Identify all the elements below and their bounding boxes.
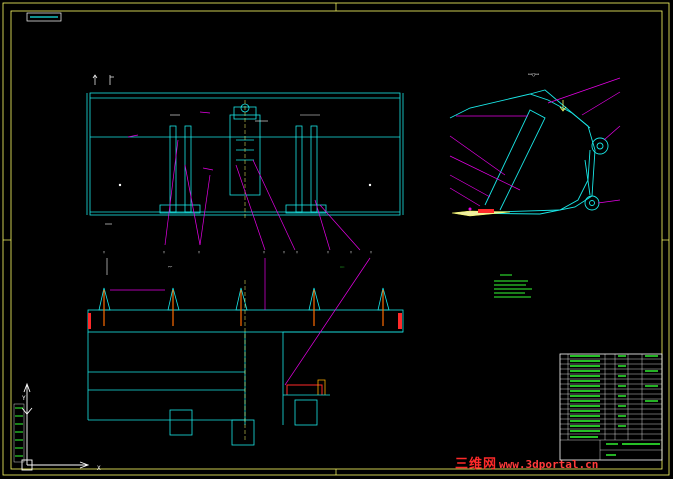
- title-block: [559, 353, 663, 461]
- svg-text:⌐⌐: ⌐⌐: [168, 265, 172, 269]
- svg-text:○: ○: [296, 250, 298, 254]
- watermark-url: www.3dportal.cn: [499, 458, 599, 471]
- ucs-axis-icon: Y X: [21, 382, 101, 472]
- bucket-teeth: [98, 287, 390, 311]
- bucket-side-view: [449, 89, 609, 215]
- revision-block: [13, 403, 25, 463]
- watermark: 三维网 www.3dportal.cn: [455, 455, 655, 473]
- svg-text:○: ○: [370, 250, 372, 254]
- leader-lines-side: [449, 77, 621, 207]
- leader-lines-front: [127, 111, 361, 251]
- leader-lines-plan: [110, 257, 371, 386]
- svg-text:○: ○: [103, 250, 105, 254]
- svg-text:▭▭: ▭▭: [340, 265, 345, 269]
- part-number-row-front: ○ ○ ○ ○ ○ ○ ○ ○ ○: [103, 250, 372, 254]
- sheet-inner-border: [10, 10, 663, 470]
- cad-drawing-canvas[interactable]: ○ ○ ○ ○ ○ ○ ○ ○ ○ ▭▭ ⌐⌐ ꟷ○ꟷ Y X 三维网 www.…: [0, 0, 673, 479]
- svg-text:X: X: [97, 465, 101, 472]
- watermark-cn: 三维网: [455, 457, 498, 472]
- sheet-outer-border: [2, 2, 670, 476]
- bucket-plan-view: [87, 309, 404, 446]
- svg-text:ꟷ○ꟷ: ꟷ○ꟷ: [528, 72, 539, 78]
- svg-text:○: ○: [327, 250, 329, 254]
- section-arrows-front: [92, 74, 114, 85]
- technical-notes: [494, 274, 532, 298]
- svg-text:○: ○: [283, 250, 285, 254]
- drawing-svg: ○ ○ ○ ○ ○ ○ ○ ○ ○ ▭▭ ⌐⌐ ꟷ○ꟷ Y X: [2, 2, 670, 476]
- svg-text:○: ○: [263, 250, 265, 254]
- svg-text:○: ○: [350, 250, 352, 254]
- red-bracket: [286, 384, 323, 395]
- svg-text:Y: Y: [22, 395, 26, 402]
- svg-text:○: ○: [163, 250, 165, 254]
- svg-text:○: ○: [198, 250, 200, 254]
